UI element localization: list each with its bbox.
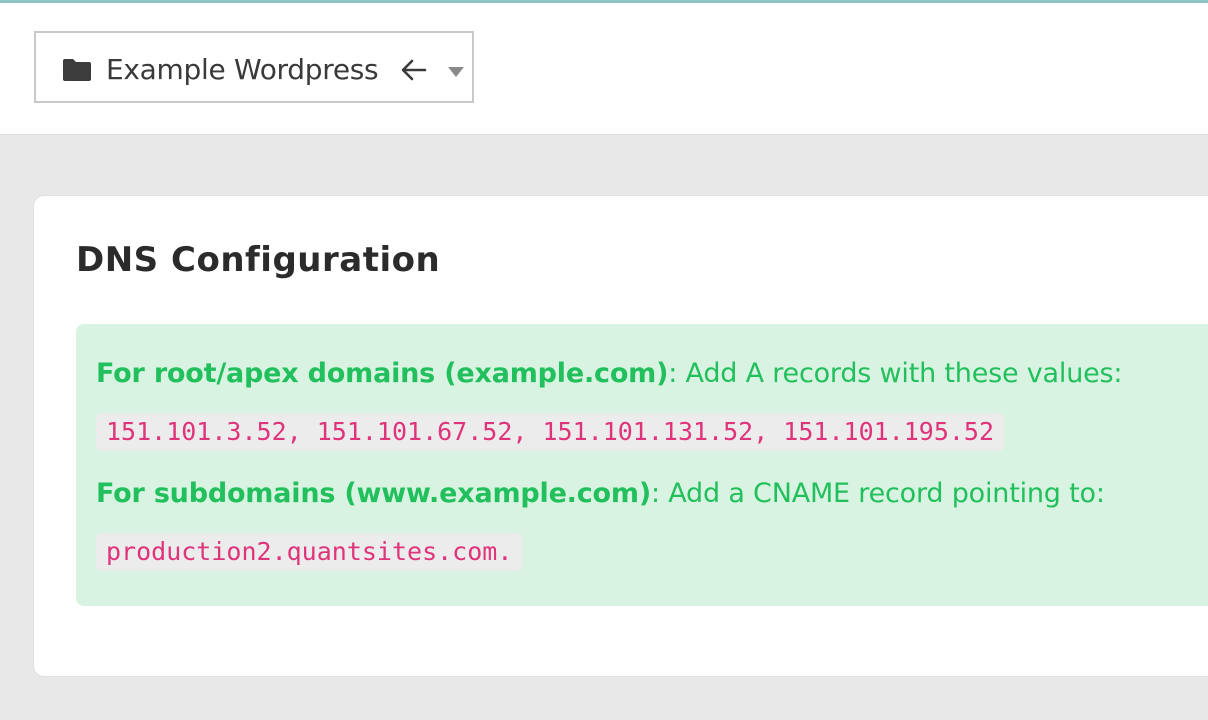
apex-text: : Add A records with these values: xyxy=(668,358,1123,389)
arrow-left-icon[interactable] xyxy=(401,59,427,81)
folder-icon xyxy=(62,58,92,82)
subdomain-instruction: For subdomains (www.example.com): Add a … xyxy=(96,476,1105,512)
project-selector[interactable]: Example Wordpress xyxy=(34,31,474,103)
subdomain-text: : Add a CNAME record pointing to: xyxy=(650,478,1105,509)
cname-record-value[interactable]: production2.quantsites.com. xyxy=(96,533,523,571)
header: Example Wordpress xyxy=(0,3,1208,135)
subdomain-label: For subdomains (www.example.com) xyxy=(96,478,651,509)
dns-instructions-notice: For root/apex domains (example.com): Add… xyxy=(76,324,1208,606)
caret-down-icon[interactable] xyxy=(448,67,464,77)
card-title: DNS Configuration xyxy=(76,240,441,280)
dns-configuration-card: DNS Configuration For root/apex domains … xyxy=(34,196,1208,676)
project-name: Example Wordpress xyxy=(106,53,379,86)
apex-instruction: For root/apex domains (example.com): Add… xyxy=(96,356,1122,392)
a-record-values[interactable]: 151.101.3.52, 151.101.67.52, 151.101.131… xyxy=(96,413,1005,451)
apex-label: For root/apex domains (example.com) xyxy=(96,358,669,389)
